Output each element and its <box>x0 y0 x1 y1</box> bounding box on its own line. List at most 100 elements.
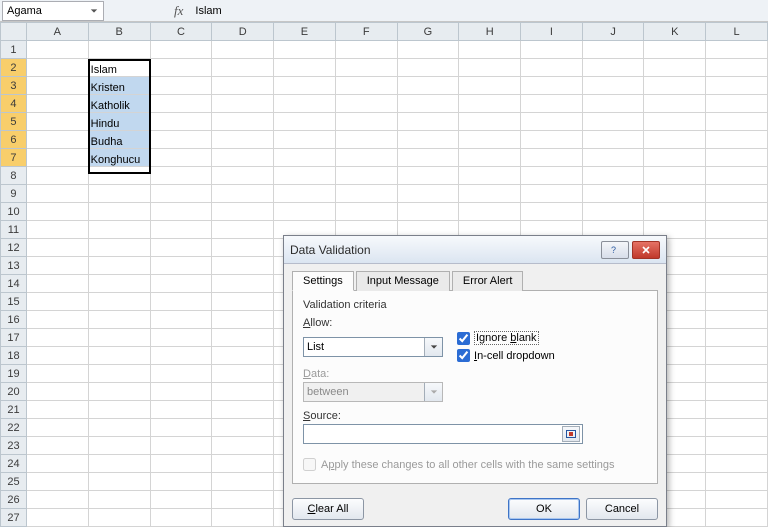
col-header-K[interactable]: K <box>644 23 706 41</box>
cell-B8[interactable] <box>88 167 150 185</box>
cell-A22[interactable] <box>26 419 88 437</box>
cell-C5[interactable] <box>150 113 212 131</box>
cell-D15[interactable] <box>212 293 274 311</box>
row-header-11[interactable]: 11 <box>1 221 27 239</box>
cell-L14[interactable] <box>706 275 768 293</box>
row-header-18[interactable]: 18 <box>1 347 27 365</box>
cell-L5[interactable] <box>706 113 768 131</box>
cell-D23[interactable] <box>212 437 274 455</box>
cell-E8[interactable] <box>274 167 336 185</box>
source-input[interactable] <box>303 424 583 444</box>
cell-G6[interactable] <box>397 131 459 149</box>
cell-D21[interactable] <box>212 401 274 419</box>
cell-C25[interactable] <box>150 473 212 491</box>
cell-E2[interactable] <box>274 59 336 77</box>
row-header-26[interactable]: 26 <box>1 491 27 509</box>
cell-L21[interactable] <box>706 401 768 419</box>
cell-L11[interactable] <box>706 221 768 239</box>
cell-J7[interactable] <box>582 149 644 167</box>
row-header-23[interactable]: 23 <box>1 437 27 455</box>
cell-L8[interactable] <box>706 167 768 185</box>
cell-B9[interactable] <box>88 185 150 203</box>
cell-E9[interactable] <box>274 185 336 203</box>
cell-C14[interactable] <box>150 275 212 293</box>
cell-K2[interactable] <box>644 59 706 77</box>
cell-C15[interactable] <box>150 293 212 311</box>
allow-select[interactable]: List <box>303 337 443 357</box>
cell-G4[interactable] <box>397 95 459 113</box>
cell-D6[interactable] <box>212 131 274 149</box>
cell-B6[interactable]: Budha <box>88 131 150 149</box>
cell-D19[interactable] <box>212 365 274 383</box>
cell-A3[interactable] <box>26 77 88 95</box>
cell-D9[interactable] <box>212 185 274 203</box>
cell-F1[interactable] <box>335 41 397 59</box>
cell-D17[interactable] <box>212 329 274 347</box>
cell-L3[interactable] <box>706 77 768 95</box>
cell-B16[interactable] <box>88 311 150 329</box>
cell-A16[interactable] <box>26 311 88 329</box>
cell-C13[interactable] <box>150 257 212 275</box>
cell-A10[interactable] <box>26 203 88 221</box>
tab-input-message[interactable]: Input Message <box>356 271 450 291</box>
row-header-16[interactable]: 16 <box>1 311 27 329</box>
col-header-E[interactable]: E <box>274 23 336 41</box>
cell-B5[interactable]: Hindu <box>88 113 150 131</box>
cell-C7[interactable] <box>150 149 212 167</box>
incell-dropdown-checkbox[interactable]: In-cell dropdown <box>457 349 555 362</box>
cell-H10[interactable] <box>459 203 521 221</box>
cell-L12[interactable] <box>706 239 768 257</box>
cell-F7[interactable] <box>335 149 397 167</box>
row-header-22[interactable]: 22 <box>1 419 27 437</box>
cell-A14[interactable] <box>26 275 88 293</box>
cell-K3[interactable] <box>644 77 706 95</box>
cell-E3[interactable] <box>274 77 336 95</box>
cell-L22[interactable] <box>706 419 768 437</box>
row-header-2[interactable]: 2 <box>1 59 27 77</box>
cell-D8[interactable] <box>212 167 274 185</box>
cell-F9[interactable] <box>335 185 397 203</box>
cell-H6[interactable] <box>459 131 521 149</box>
cell-F3[interactable] <box>335 77 397 95</box>
cell-L18[interactable] <box>706 347 768 365</box>
cell-C19[interactable] <box>150 365 212 383</box>
cell-I9[interactable] <box>521 185 583 203</box>
cell-H4[interactable] <box>459 95 521 113</box>
cell-I8[interactable] <box>521 167 583 185</box>
cell-I6[interactable] <box>521 131 583 149</box>
cell-D5[interactable] <box>212 113 274 131</box>
cell-B7[interactable]: Konghucu <box>88 149 150 167</box>
cell-C26[interactable] <box>150 491 212 509</box>
cell-B18[interactable] <box>88 347 150 365</box>
cell-L7[interactable] <box>706 149 768 167</box>
cell-D7[interactable] <box>212 149 274 167</box>
cell-B22[interactable] <box>88 419 150 437</box>
cell-L6[interactable] <box>706 131 768 149</box>
cell-E1[interactable] <box>274 41 336 59</box>
cell-L16[interactable] <box>706 311 768 329</box>
cell-D12[interactable] <box>212 239 274 257</box>
row-header-17[interactable]: 17 <box>1 329 27 347</box>
cell-G8[interactable] <box>397 167 459 185</box>
col-header-L[interactable]: L <box>706 23 768 41</box>
cell-L20[interactable] <box>706 383 768 401</box>
cell-E6[interactable] <box>274 131 336 149</box>
cell-G7[interactable] <box>397 149 459 167</box>
cell-A25[interactable] <box>26 473 88 491</box>
cell-D22[interactable] <box>212 419 274 437</box>
cell-L23[interactable] <box>706 437 768 455</box>
row-header-20[interactable]: 20 <box>1 383 27 401</box>
row-header-1[interactable]: 1 <box>1 41 27 59</box>
cell-L19[interactable] <box>706 365 768 383</box>
cell-A24[interactable] <box>26 455 88 473</box>
cell-I3[interactable] <box>521 77 583 95</box>
cell-H9[interactable] <box>459 185 521 203</box>
cell-J10[interactable] <box>582 203 644 221</box>
cell-D13[interactable] <box>212 257 274 275</box>
cell-C1[interactable] <box>150 41 212 59</box>
cell-D14[interactable] <box>212 275 274 293</box>
cell-C11[interactable] <box>150 221 212 239</box>
cell-F5[interactable] <box>335 113 397 131</box>
cell-F4[interactable] <box>335 95 397 113</box>
row-header-24[interactable]: 24 <box>1 455 27 473</box>
